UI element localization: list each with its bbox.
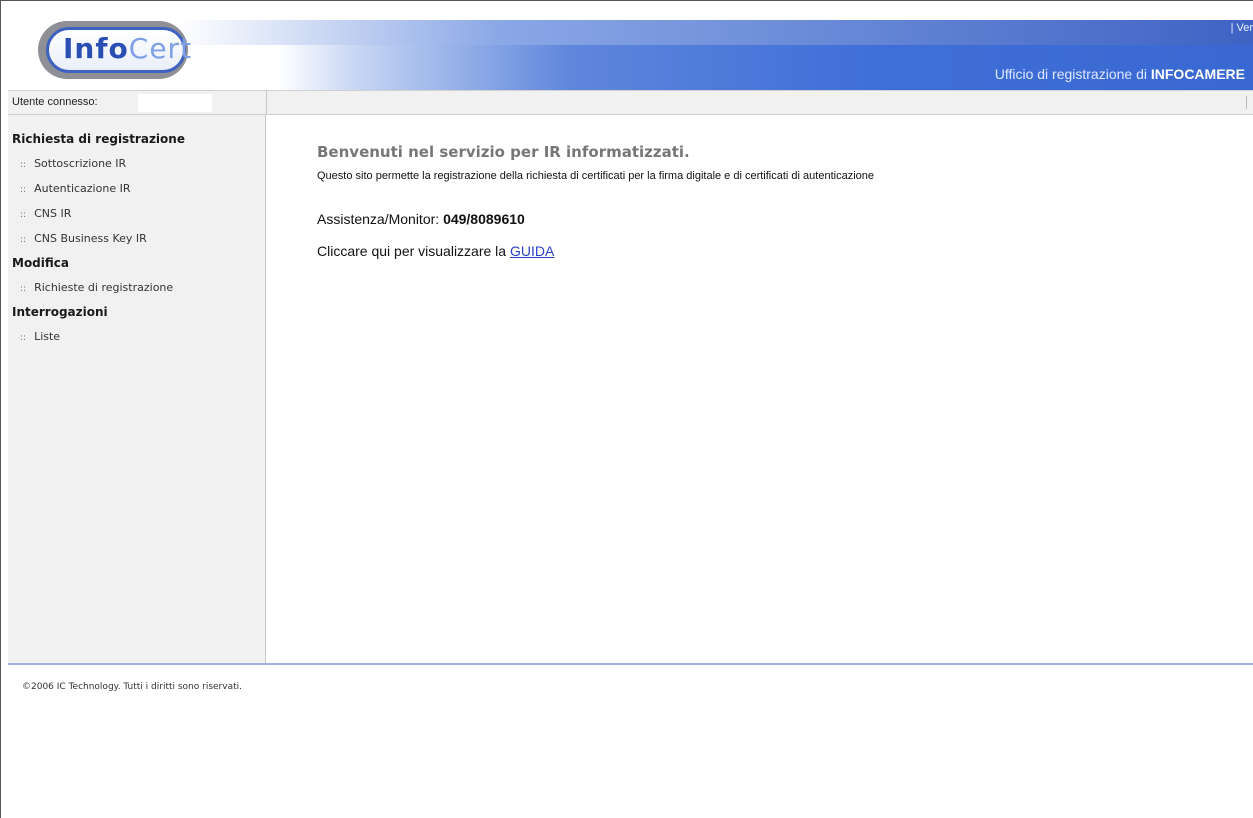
- sidebar-item-richieste-registrazione[interactable]: :: Richieste di registrazione: [8, 275, 265, 300]
- sidebar-item-liste[interactable]: :: Liste: [8, 324, 265, 349]
- header-top-link[interactable]: | Ver: [1231, 22, 1253, 34]
- footer-copyright: ©2006 IC Technology. Tutti i diritti son…: [22, 682, 242, 692]
- page-header: InfoCert | Ver Ufficio di registrazione …: [8, 8, 1253, 98]
- connected-user-name: [138, 94, 212, 112]
- sidebar-item-cns-business-key-ir[interactable]: :: CNS Business Key IR: [8, 226, 265, 251]
- welcome-description: Questo sito permette la registrazione de…: [317, 170, 874, 182]
- section-richiesta-registrazione: Richiesta di registrazione: [12, 132, 185, 146]
- logo-badge: InfoCert: [46, 27, 191, 73]
- sidebar: Richiesta di registrazione :: Sottoscrizi…: [8, 115, 266, 663]
- welcome-title: Benvenuti nel servizio per IR informatiz…: [317, 143, 690, 161]
- header-subtitle: Ufficio di registrazione di INFOCAMERE: [995, 66, 1245, 82]
- infocert-logo: InfoCert: [38, 21, 191, 79]
- connected-user-label: Utente connesso:: [12, 96, 98, 108]
- sidebar-item-autenticazione-ir[interactable]: :: Autenticazione IR: [8, 176, 265, 201]
- sidebar-item-label: CNS Business Key IR: [34, 232, 147, 245]
- logo-text-info: Info: [63, 32, 129, 65]
- userbar-end-divider: [1246, 96, 1247, 109]
- guide-line: Cliccare qui per visualizzare la GUIDA: [317, 243, 554, 259]
- subtitle-org: INFOCAMERE: [1150, 66, 1245, 82]
- guide-text: Cliccare qui per visualizzare la: [317, 243, 510, 259]
- section-interrogazioni: Interrogazioni: [12, 305, 108, 319]
- logo-text-cert: Cert: [128, 32, 193, 65]
- support-info: Assistenza/Monitor: 049/8089610: [317, 211, 525, 227]
- bullet-icon: ::: [20, 235, 27, 245]
- sidebar-item-sottoscrizione-ir[interactable]: :: Sottoscrizione IR: [8, 151, 265, 176]
- support-label: Assistenza/Monitor:: [317, 211, 444, 227]
- sidebar-item-label: CNS IR: [34, 207, 72, 220]
- sidebar-item-label: Liste: [34, 330, 61, 343]
- bullet-icon: ::: [20, 333, 27, 343]
- subtitle-prefix: Ufficio di registrazione di: [994, 66, 1151, 82]
- bullet-icon: ::: [20, 185, 27, 195]
- logo-text: InfoCert: [63, 32, 192, 65]
- bullet-icon: ::: [20, 210, 27, 220]
- guide-link[interactable]: GUIDA: [510, 243, 554, 259]
- bullet-icon: ::: [20, 284, 27, 294]
- sidebar-item-cns-ir[interactable]: :: CNS IR: [8, 201, 265, 226]
- userbar-divider: [266, 91, 267, 115]
- sidebar-item-label: Richieste di registrazione: [34, 281, 174, 294]
- main-content: Benvenuti nel servizio per IR informatiz…: [267, 115, 1253, 663]
- sidebar-item-label: Autenticazione IR: [34, 182, 131, 195]
- section-modifica: Modifica: [12, 256, 69, 270]
- sidebar-item-label: Sottoscrizione IR: [34, 157, 127, 170]
- footer-divider: [8, 663, 1253, 665]
- bullet-icon: ::: [20, 160, 27, 170]
- support-number: 049/8089610: [443, 211, 525, 227]
- header-top-strip: [178, 20, 1253, 45]
- user-bar: Utente connesso:: [8, 90, 1253, 115]
